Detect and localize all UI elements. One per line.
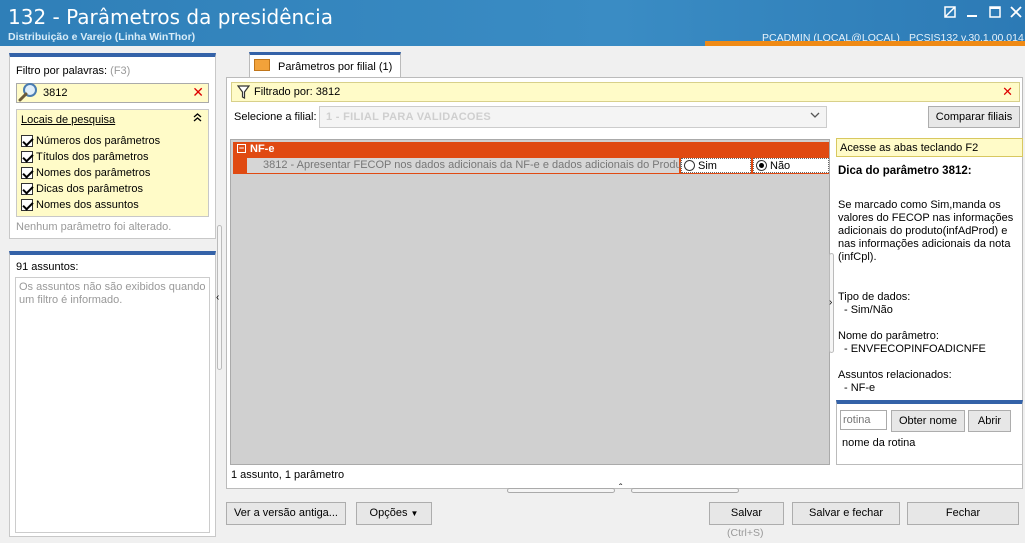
radio-sim[interactable]: Sim xyxy=(681,158,751,173)
filial-value: 1 - FILIAL PARA VALIDACOES xyxy=(326,111,492,123)
hint-bar: Acesse as abas teclando F2 xyxy=(836,138,1023,157)
type-label: Tipo de dados: xyxy=(838,291,911,303)
subjects-list: Os assuntos não são exibidos quando um f… xyxy=(15,277,210,533)
name-label: Nome do parâmetro: xyxy=(838,330,939,342)
old-version-label: Ver a versão antiga... xyxy=(234,507,338,519)
search-input[interactable]: 3812 ✕ xyxy=(16,83,209,103)
checkbox-titulos[interactable]: Títulos dos parâmetros xyxy=(21,150,149,164)
parameter-title[interactable]: 3812 - Apresentar FECOP nos dados adicio… xyxy=(247,158,691,173)
close-button[interactable]: Fechar xyxy=(907,502,1019,525)
tip-title: Dica do parâmetro 3812: xyxy=(838,165,972,177)
group-header-nfe[interactable]: − NF-e xyxy=(233,142,829,157)
checkbox-numeros[interactable]: Números dos parâmetros xyxy=(21,134,160,148)
subjects-label: Assuntos relacionados: xyxy=(838,369,952,381)
filter-label: Filtro por palavras: (F3) xyxy=(16,65,130,77)
title-bar: 132 - Parâmetros da presidência Distribu… xyxy=(0,0,1025,46)
bottom-splitter[interactable]: ˆ xyxy=(507,483,739,495)
save-close-button[interactable]: Salvar e fechar xyxy=(792,502,900,525)
checkbox-dicas[interactable]: Dicas dos parâmetros xyxy=(21,182,143,196)
tab-parametros-filial[interactable]: Parâmetros por filial (1) xyxy=(249,52,401,77)
magnifier-icon xyxy=(18,83,37,102)
clear-search-icon[interactable]: ✕ xyxy=(192,84,204,101)
radio-sim-label: Sim xyxy=(698,159,717,172)
chevron-down-icon[interactable] xyxy=(810,110,820,123)
double-chevron-up-icon[interactable] xyxy=(193,113,202,125)
radio-nao[interactable]: Não xyxy=(753,158,829,173)
checkbox-label: Nomes dos parâmetros xyxy=(36,167,151,179)
radio-nao-label: Não xyxy=(770,159,791,172)
folder-icon xyxy=(254,59,270,71)
checkbox-nomes-assuntos[interactable]: Nomes dos assuntos xyxy=(21,198,139,212)
checkbox-icon[interactable] xyxy=(21,199,33,211)
main-panel: Filtrado por: 3812 ✕ Selecione a filial:… xyxy=(226,77,1023,489)
checkbox-icon[interactable] xyxy=(21,183,33,195)
filter-bar: Filtrado por: 3812 ✕ xyxy=(231,82,1020,102)
funnel-icon xyxy=(237,85,250,99)
type-value: - Sim/Não xyxy=(844,304,893,316)
checkbox-icon[interactable] xyxy=(21,151,33,163)
subjects-count: 91 assuntos: xyxy=(16,261,79,273)
splitter-grip[interactable] xyxy=(631,488,739,493)
checkbox-label: Números dos parâmetros xyxy=(36,135,161,147)
checkbox-nomes-parametros[interactable]: Nomes dos parâmetros xyxy=(21,166,150,180)
left-splitter[interactable]: ‹ xyxy=(216,225,224,370)
search-value: 3812 xyxy=(43,87,68,99)
table-row[interactable]: 3812 - Apresentar FECOP nos dados adicio… xyxy=(233,157,829,174)
right-splitter[interactable]: › xyxy=(828,253,836,353)
name-value: - ENVFECOPINFOADICNFE xyxy=(844,343,986,355)
chevron-up-icon[interactable]: ˆ xyxy=(619,483,622,494)
routine-input[interactable] xyxy=(840,410,887,430)
radio-icon[interactable] xyxy=(684,160,695,171)
tip-body: Se marcado como Sim,manda os valores do … xyxy=(838,199,1014,263)
caret-down-icon: ▼ xyxy=(410,509,419,518)
parameters-grid: − NF-e 3812 - Apresentar FECOP nos dados… xyxy=(230,139,830,465)
subjects-value: - NF-e xyxy=(844,382,876,394)
filter-label-text: Filtro por palavras: xyxy=(16,65,108,77)
filter-panel: Filtro por palavras: (F3) 3812 ✕ Locais … xyxy=(9,53,216,239)
subjects-message: Os assuntos não são exibidos quando um f… xyxy=(19,281,206,306)
chevron-left-icon[interactable]: ‹ xyxy=(216,292,219,303)
save-shortcut: (Ctrl+S) xyxy=(727,527,764,539)
tab-label: Parâmetros por filial (1) xyxy=(278,61,393,73)
maximize-icon[interactable] xyxy=(987,6,1003,20)
grid-status: 1 assunto, 1 parâmetro xyxy=(231,469,345,481)
checkbox-icon[interactable] xyxy=(21,135,33,147)
checkbox-icon[interactable] xyxy=(21,167,33,179)
parameter-text: 3812 - Apresentar FECOP nos dados adicio… xyxy=(263,159,691,171)
filial-label: Selecione a filial: xyxy=(234,111,317,123)
collapse-icon[interactable]: − xyxy=(237,144,246,153)
hint-text: Acesse as abas teclando F2 xyxy=(840,142,979,154)
clear-filter-icon[interactable]: ✕ xyxy=(1002,84,1013,100)
accent-strip xyxy=(705,41,1025,46)
subjects-panel: 91 assuntos: Os assuntos não são exibido… xyxy=(9,251,216,537)
checkbox-label: Títulos dos parâmetros xyxy=(36,151,149,163)
chevron-right-icon[interactable]: › xyxy=(829,297,832,308)
change-status: Nenhum parâmetro foi alterado. xyxy=(16,221,172,233)
checkbox-label: Dicas dos parâmetros xyxy=(36,183,143,195)
checkbox-label: Nomes dos assuntos xyxy=(36,199,139,211)
get-name-button[interactable]: Obter nome xyxy=(891,410,965,432)
filial-select[interactable]: 1 - FILIAL PARA VALIDACOES xyxy=(319,106,827,128)
splitter-grip[interactable] xyxy=(507,488,615,493)
compare-filiais-button[interactable]: Comparar filiais xyxy=(928,106,1020,128)
close-icon[interactable] xyxy=(1008,6,1024,20)
open-button[interactable]: Abrir xyxy=(968,410,1011,432)
options-label: Opções xyxy=(369,507,408,519)
save-button[interactable]: Salvar xyxy=(709,502,784,525)
window-subtitle: Distribuição e Varejo (Linha WinThor) xyxy=(8,31,196,43)
window-title: 132 - Parâmetros da presidência xyxy=(8,5,333,29)
routine-panel: Obter nome Abrir nome da rotina xyxy=(836,400,1023,465)
search-locations: Locais de pesquisa Números dos parâmetro… xyxy=(16,109,209,217)
restore-icon[interactable] xyxy=(942,6,958,20)
old-version-button[interactable]: Ver a versão antiga... xyxy=(226,502,346,525)
search-locations-title[interactable]: Locais de pesquisa xyxy=(21,114,115,126)
filter-shortcut: (F3) xyxy=(110,65,131,77)
filter-bar-text: Filtrado por: 3812 xyxy=(254,86,341,98)
options-button[interactable]: Opções ▼ xyxy=(356,502,432,525)
radio-selected-icon[interactable] xyxy=(756,160,767,171)
routine-name-label: nome da rotina xyxy=(842,437,916,449)
group-label: NF-e xyxy=(250,143,275,155)
minimize-icon[interactable] xyxy=(964,6,980,20)
